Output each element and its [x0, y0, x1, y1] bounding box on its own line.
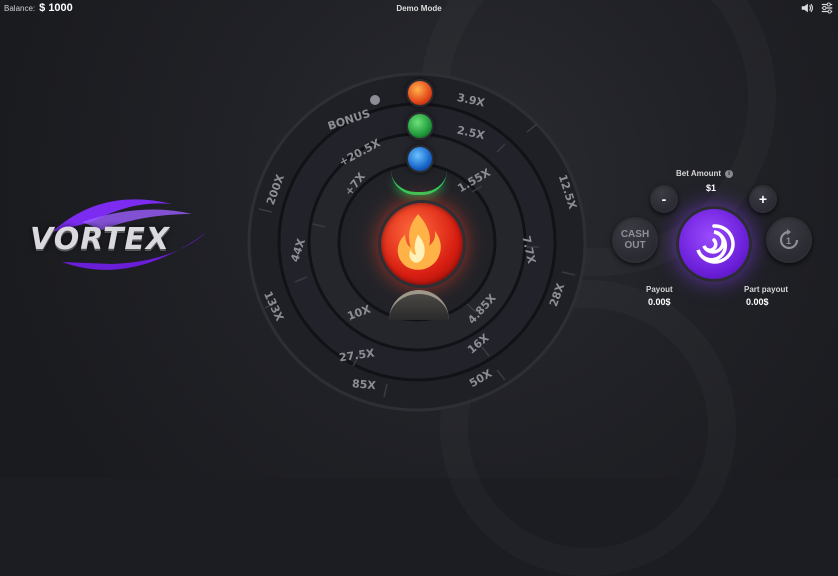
- vortex-spin-icon: [696, 224, 735, 264]
- vortex-logo: VORTEX: [22, 192, 222, 282]
- flame-icon: [397, 214, 441, 270]
- autoplay-button[interactable]: 1: [766, 217, 812, 263]
- increase-bet-button[interactable]: +: [749, 185, 777, 213]
- part-payout-label: Part payout: [744, 285, 789, 294]
- mult-outer: 85X: [351, 377, 376, 392]
- cash-out-line2: OUT: [624, 240, 646, 251]
- decrease-bet-button[interactable]: -: [650, 185, 678, 213]
- leaf-element-icon: [406, 112, 434, 140]
- water-element-icon: [406, 145, 434, 173]
- bet-amount-text: Bet Amount: [676, 169, 722, 178]
- payout-label: Payout: [646, 285, 673, 294]
- autoplay-icon: 1: [779, 229, 799, 250]
- bet-amount-value: $1: [706, 183, 717, 193]
- payout-value: 0.00$: [648, 297, 671, 307]
- logo-text: VORTEX: [30, 222, 171, 257]
- top-bar: Balance: $ 1000 Demo Mode: [0, 0, 838, 16]
- spin-button[interactable]: [676, 206, 752, 282]
- part-payout-value: 0.00$: [746, 297, 769, 307]
- payout: Payout 0.00$: [646, 285, 673, 307]
- top-icons: [800, 1, 834, 15]
- info-icon[interactable]: i: [725, 169, 734, 178]
- demo-mode-label: Demo Mode: [396, 4, 442, 13]
- bet-panel: Bet Amount i $1 - + CASH OUT 1 Payout 0.…: [610, 165, 825, 315]
- bonus-info-icon[interactable]: [370, 95, 380, 105]
- cash-out-line1: CASH: [620, 229, 650, 240]
- autoplay-count: 1: [786, 236, 791, 246]
- cash-out-button[interactable]: CASH OUT: [612, 217, 658, 263]
- fire-element-icon: [406, 79, 434, 107]
- bet-amount-label: Bet Amount i: [676, 169, 734, 178]
- settings-icon[interactable]: [820, 1, 834, 15]
- center-fire-icon: [378, 200, 466, 288]
- sound-icon[interactable]: [800, 1, 814, 15]
- part-payout: Part payout 0.00$: [744, 285, 788, 307]
